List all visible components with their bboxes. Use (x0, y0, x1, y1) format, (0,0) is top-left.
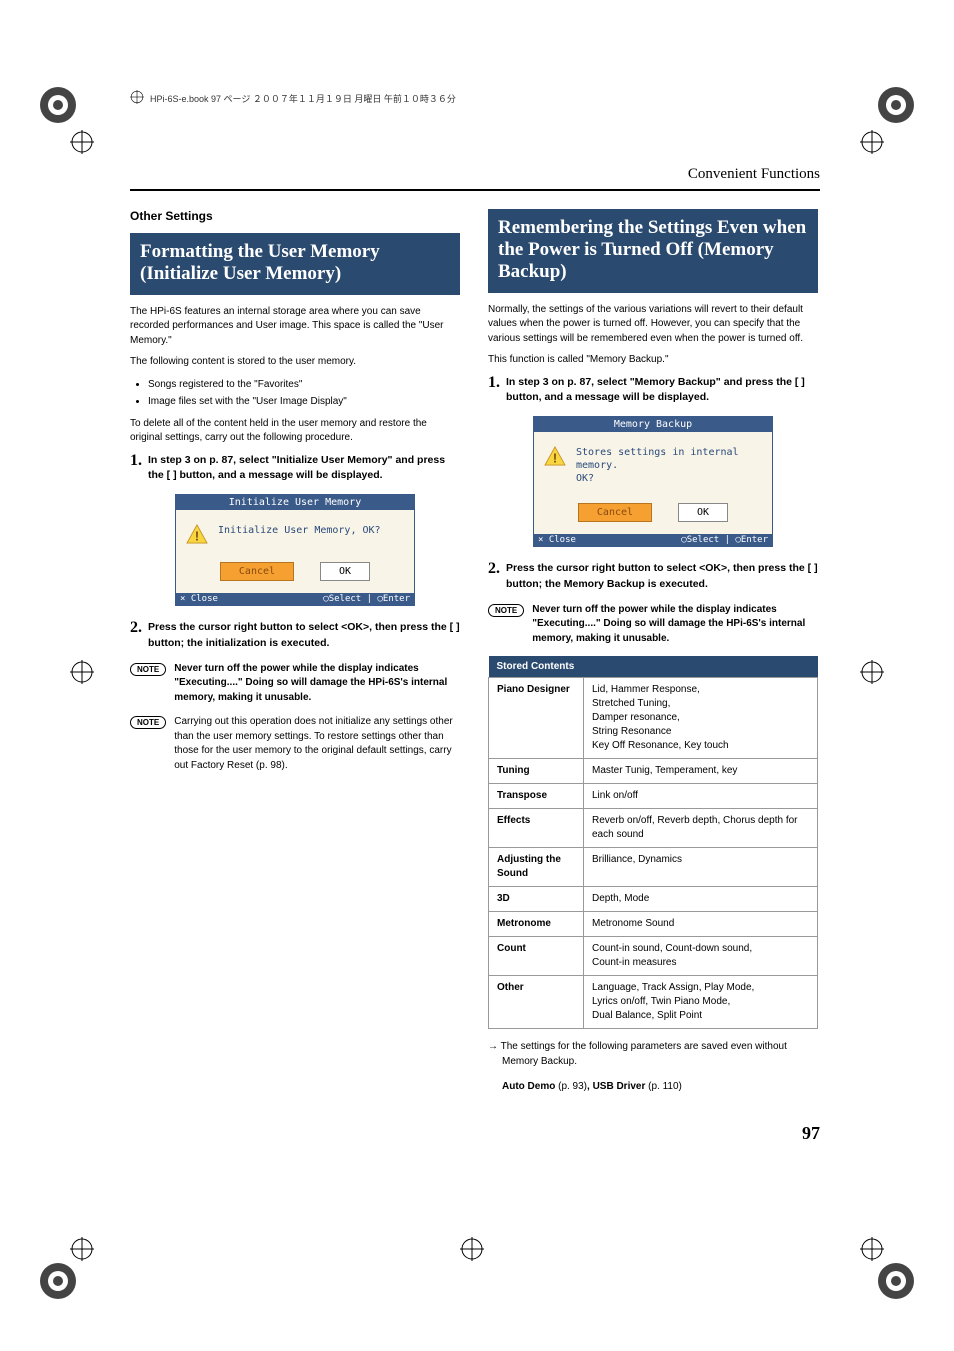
table-row: EffectsReverb on/off, Reverb depth, Chor… (489, 809, 818, 848)
note-text: Never turn off the power while the displ… (174, 662, 460, 706)
regmark-target-bl (70, 1237, 94, 1261)
right-p1: Normally, the settings of the various va… (488, 303, 818, 347)
footnote-2: Auto Demo (p. 93), USB Driver (p. 110) (488, 1079, 818, 1094)
dialog-body: ! Stores settings in internal memory. OK… (534, 432, 772, 534)
cancel-button[interactable]: Cancel (220, 562, 294, 581)
footer-select-enter: ◯Select | ◯Enter (323, 594, 410, 604)
note-text: Carrying out this operation does not ini… (174, 715, 460, 773)
content-area: HPi-6S-e.book 97 ページ ２００７年１１月１９日 月曜日 午前１… (130, 90, 820, 1094)
note-2: NOTE Carrying out this operation does no… (130, 715, 460, 773)
note-1: NOTE Never turn off the power while the … (130, 662, 460, 706)
header-metadata: HPi-6S-e.book 97 ページ ２００７年１１月１９日 月曜日 午前１… (130, 90, 820, 106)
regmark-br-outer (876, 1261, 916, 1301)
table-row: 3DDepth, Mode (489, 887, 818, 912)
bullet-item: Songs registered to the "Favorites" (148, 377, 460, 392)
bullet-item: Image files set with the "User Image Dis… (148, 394, 460, 409)
dialog-footer: × Close ◯Select | ◯Enter (176, 593, 414, 605)
other-settings-heading: Other Settings (130, 209, 460, 223)
regmark-tl-outer (38, 85, 78, 125)
table-row: MetronomeMetronome Sound (489, 912, 818, 937)
dialog-body: ! Initialize User Memory, OK? Cancel OK (176, 510, 414, 593)
footer-close: × Close (180, 594, 218, 604)
note-text: Never turn off the power while the displ… (532, 603, 818, 647)
dialog-footer: × Close ◯Select | ◯Enter (534, 534, 772, 546)
regmark-target-mr (860, 660, 884, 684)
bullet-list: Songs registered to the "Favorites" Imag… (130, 377, 460, 409)
step-body: In step 3 on p. 87, select "Initialize U… (148, 453, 460, 485)
header-meta-text: HPi-6S-e.book 97 ページ ２００７年１１月１９日 月曜日 午前１… (150, 92, 456, 105)
dialog-title: Initialize User Memory (176, 495, 414, 510)
left-step-2: 2. Press the cursor right button to sele… (130, 620, 460, 652)
step-text: In step 3 on p. 87, select "Initialize U… (148, 454, 445, 482)
left-p1: The HPi-6S features an internal storage … (130, 305, 460, 349)
regmark-target-ml (70, 660, 94, 684)
breadcrumb: Convenient Functions (130, 166, 820, 183)
step-body: Press the cursor right button to select … (506, 561, 818, 593)
page-number: 97 (802, 1123, 820, 1144)
table-row: CountCount-in sound, Count-down sound, C… (489, 937, 818, 976)
footer-select-enter: ◯Select | ◯Enter (681, 535, 768, 545)
memory-backup-dialog: Memory Backup ! Stores settings in inter… (533, 416, 773, 547)
right-step-2: 2. Press the cursor right button to sele… (488, 561, 818, 593)
left-p3: To delete all of the content held in the… (130, 417, 460, 446)
note-badge: NOTE (488, 604, 524, 617)
step-number: 2. (130, 620, 142, 636)
right-p2: This function is called "Memory Backup." (488, 353, 818, 368)
table-row: OtherLanguage, Track Assign, Play Mode, … (489, 976, 818, 1029)
regmark-target-br (860, 1237, 884, 1261)
cancel-button[interactable]: Cancel (578, 503, 652, 522)
initialize-banner: Formatting the User Memory (Initialize U… (130, 233, 460, 295)
initialize-dialog: Initialize User Memory ! Initialize User… (175, 494, 415, 606)
ok-button[interactable]: OK (678, 503, 728, 522)
dialog-message: Initialize User Memory, OK? (218, 524, 381, 537)
step-number: 1. (130, 453, 142, 469)
table-row: Adjusting the SoundBrilliance, Dynamics (489, 848, 818, 887)
divider (130, 189, 820, 191)
regmark-tr-outer (876, 85, 916, 125)
step-body: Press the cursor right button to select … (148, 620, 460, 652)
regmark-target-tr (860, 130, 884, 154)
table-row: TuningMaster Tunig, Temperament, key (489, 759, 818, 784)
table-row: TransposeLink on/off (489, 784, 818, 809)
warning-icon: ! (186, 524, 208, 544)
note-badge: NOTE (130, 663, 166, 676)
note-badge: NOTE (130, 716, 166, 729)
warning-icon: ! (544, 446, 566, 466)
svg-text:!: ! (553, 450, 557, 465)
table-row: Piano DesignerLid, Hammer Response, Stre… (489, 678, 818, 759)
step-number: 2. (488, 561, 500, 577)
columns: Other Settings Formatting the User Memor… (130, 209, 820, 1094)
page: HPi-6S-e.book 97 ページ ２００７年１１月１９日 月曜日 午前１… (0, 0, 954, 1351)
regmark-target-tl (70, 130, 94, 154)
left-p2: The following content is stored to the u… (130, 355, 460, 370)
right-column: Remembering the Settings Even when the P… (488, 209, 818, 1094)
right-step-1: 1. In step 3 on p. 87, select "Memory Ba… (488, 375, 818, 407)
dialog-message: Stores settings in internal memory. OK? (576, 446, 762, 485)
svg-text:!: ! (195, 529, 199, 544)
ok-button[interactable]: OK (320, 562, 370, 581)
left-column: Other Settings Formatting the User Memor… (130, 209, 460, 1094)
footnote-1: → The settings for the following paramet… (488, 1039, 818, 1069)
table-header: Stored Contents (489, 656, 818, 678)
stored-contents-table: Stored Contents Piano DesignerLid, Hamme… (488, 656, 818, 1029)
step-number: 1. (488, 375, 500, 391)
step-body: In step 3 on p. 87, select "Memory Backu… (506, 375, 818, 407)
dialog-title: Memory Backup (534, 417, 772, 432)
memory-backup-banner: Remembering the Settings Even when the P… (488, 209, 818, 293)
regmark-bl-outer (38, 1261, 78, 1301)
regmark-target-bc (460, 1237, 484, 1261)
right-note: NOTE Never turn off the power while the … (488, 603, 818, 647)
target-icon (130, 90, 144, 106)
footer-close: × Close (538, 535, 576, 545)
left-step-1: 1. In step 3 on p. 87, select "Initializ… (130, 453, 460, 485)
